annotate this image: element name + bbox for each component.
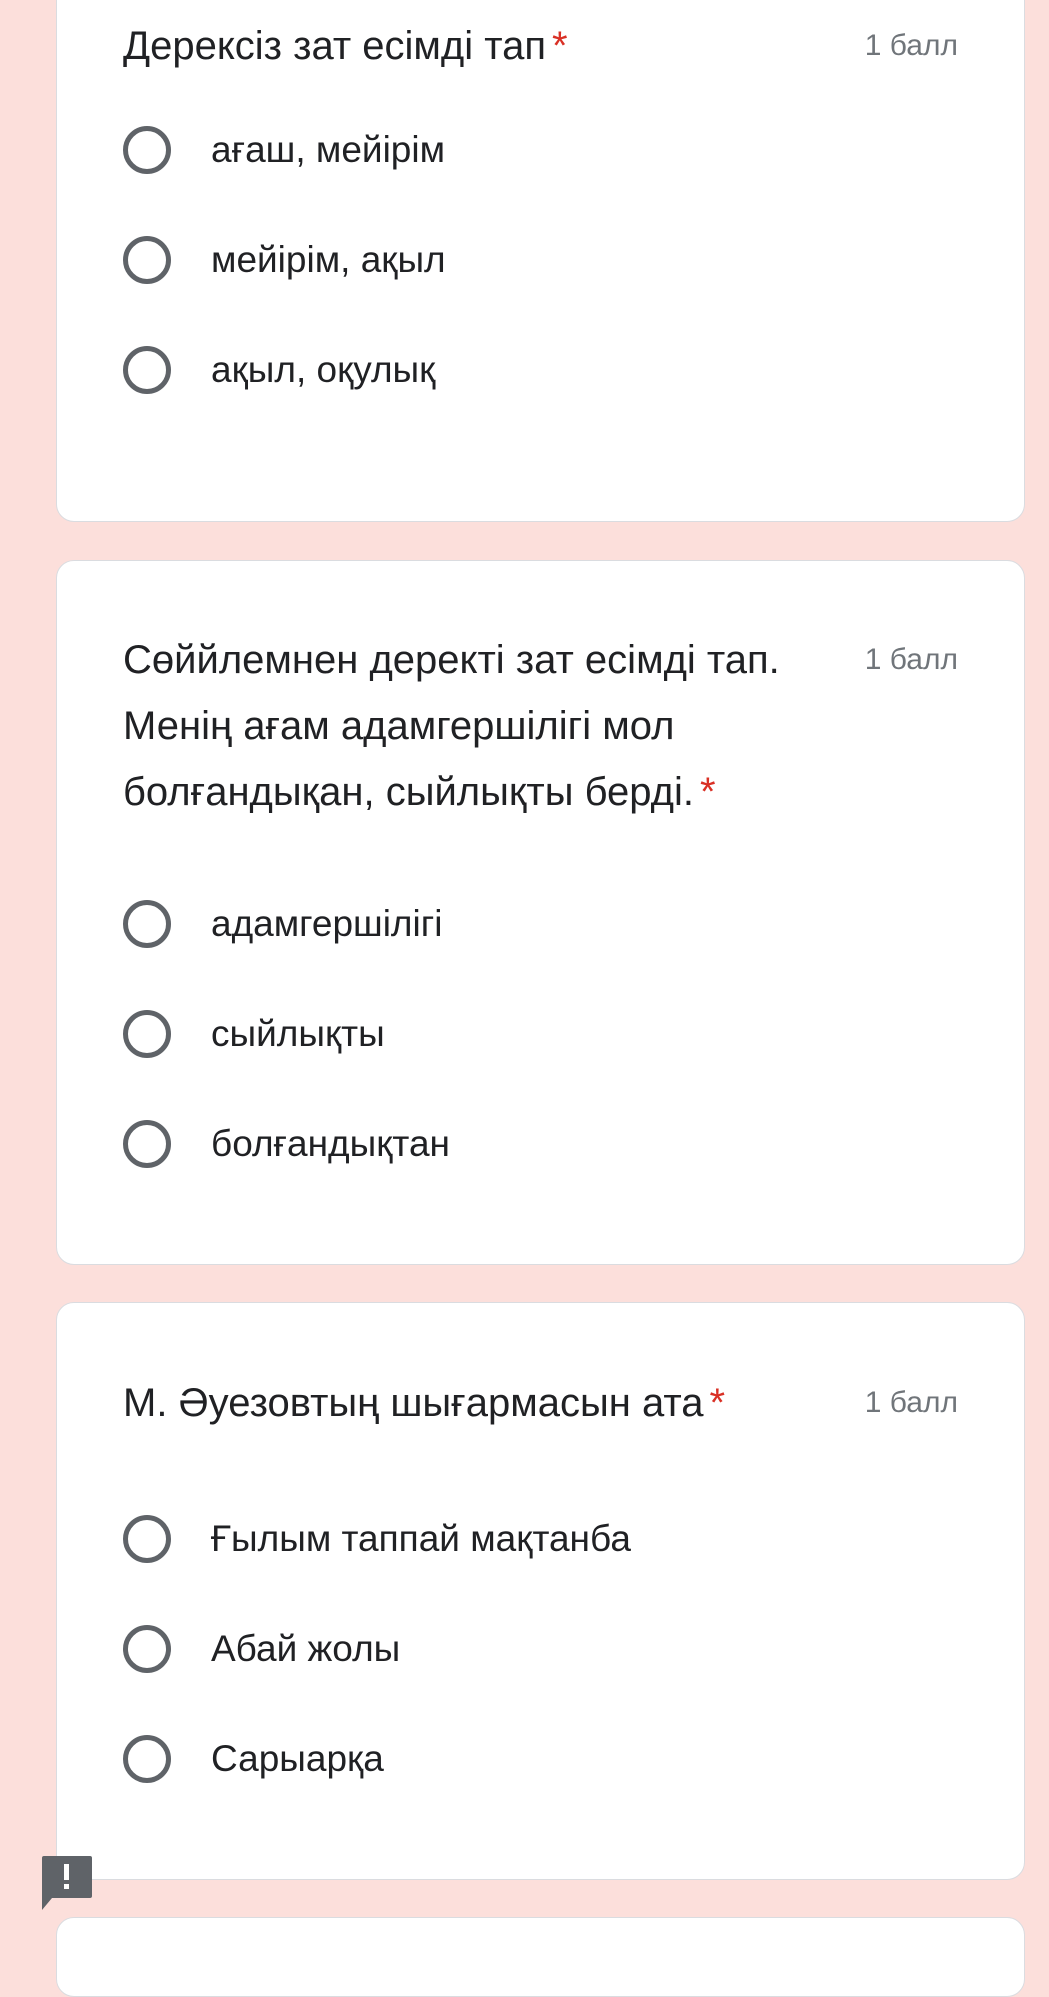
option-adamgershiligi[interactable]: адамгершілігі (123, 869, 958, 979)
question-title: Дерексіз зат есімді тап * (123, 13, 568, 79)
required-asterisk: * (709, 1381, 726, 1425)
points-label: 1 балл (864, 1386, 958, 1419)
option-label: адамгершілігі (211, 903, 443, 944)
option-label: мейірім, ақыл (211, 239, 446, 280)
points-label: 1 балл (864, 643, 958, 676)
option-label: Ғылым таппай мақтанба (211, 1518, 631, 1559)
question-header: Сөййлемнен деректі зат есімді тап. Менің… (123, 627, 958, 825)
option-label: Абай жолы (211, 1628, 401, 1669)
option-meyirim-akyl[interactable]: мейірім, ақыл (123, 205, 958, 315)
option-agash-meyirim[interactable]: ағаш, мейірім (123, 95, 958, 205)
question-card: Сөййлемнен деректі зат есімді тап. Менің… (56, 560, 1025, 1265)
question-title-text: Сөййлемнен деректі зат есімді тап. Менің… (123, 638, 780, 814)
option-saryarka[interactable]: Сарыарқа (123, 1704, 958, 1814)
question-title-text: М. Әуезовтың шығармасын ата (123, 1381, 704, 1425)
option-syilykty[interactable]: сыйлықты (123, 979, 958, 1089)
options-group: Ғылым таппай мақтанба Абай жолы Сарыарқа (123, 1484, 958, 1814)
options-group: ағаш, мейірім мейірім, ақыл ақыл, оқулық (123, 95, 958, 425)
question-title: М. Әуезовтың шығармасын ата * (123, 1370, 725, 1436)
option-label: болғандықтан (211, 1123, 450, 1164)
question-header: Дерексіз зат есімді тап * 1 балл (123, 13, 958, 79)
option-abai-joly[interactable]: Абай жолы (123, 1594, 958, 1704)
question-header: М. Әуезовтың шығармасын ата * 1 балл (123, 1370, 958, 1436)
option-bolgandyktan[interactable]: болғандықтан (123, 1089, 958, 1199)
radio-button[interactable] (123, 236, 171, 284)
option-label: сыйлықты (211, 1013, 385, 1054)
radio-button[interactable] (123, 1625, 171, 1673)
question-card: Дерексіз зат есімді тап * 1 балл ағаш, ме… (56, 0, 1025, 522)
option-gylym-tappai-maktanba[interactable]: Ғылым таппай мақтанба (123, 1484, 958, 1594)
options-group: адамгершілігі сыйлықты болғандықтан (123, 869, 958, 1199)
option-label: ағаш, мейірім (211, 129, 446, 170)
exclamation-icon (42, 1856, 92, 1910)
required-asterisk: * (552, 24, 568, 68)
question-title: Сөййлемнен деректі зат есімді тап. Менің… (123, 627, 853, 825)
required-asterisk: * (699, 770, 716, 814)
radio-button[interactable] (123, 1515, 171, 1563)
radio-button[interactable] (123, 346, 171, 394)
radio-button[interactable] (123, 1735, 171, 1783)
radio-button[interactable] (123, 900, 171, 948)
points-label: 1 балл (864, 29, 958, 62)
question-card: М. Әуезовтың шығармасын ата * 1 балл Ғылы… (56, 1302, 1025, 1880)
radio-button[interactable] (123, 1010, 171, 1058)
question-card-partial (56, 1917, 1025, 1997)
report-button[interactable] (38, 1854, 94, 1910)
question-title-text: Дерексіз зат есімді тап (123, 24, 547, 68)
radio-button[interactable] (123, 126, 171, 174)
option-label: Сарыарқа (211, 1738, 384, 1779)
option-label: ақыл, оқулық (211, 349, 436, 390)
radio-button[interactable] (123, 1120, 171, 1168)
option-akyl-okulyk[interactable]: ақыл, оқулық (123, 315, 958, 425)
